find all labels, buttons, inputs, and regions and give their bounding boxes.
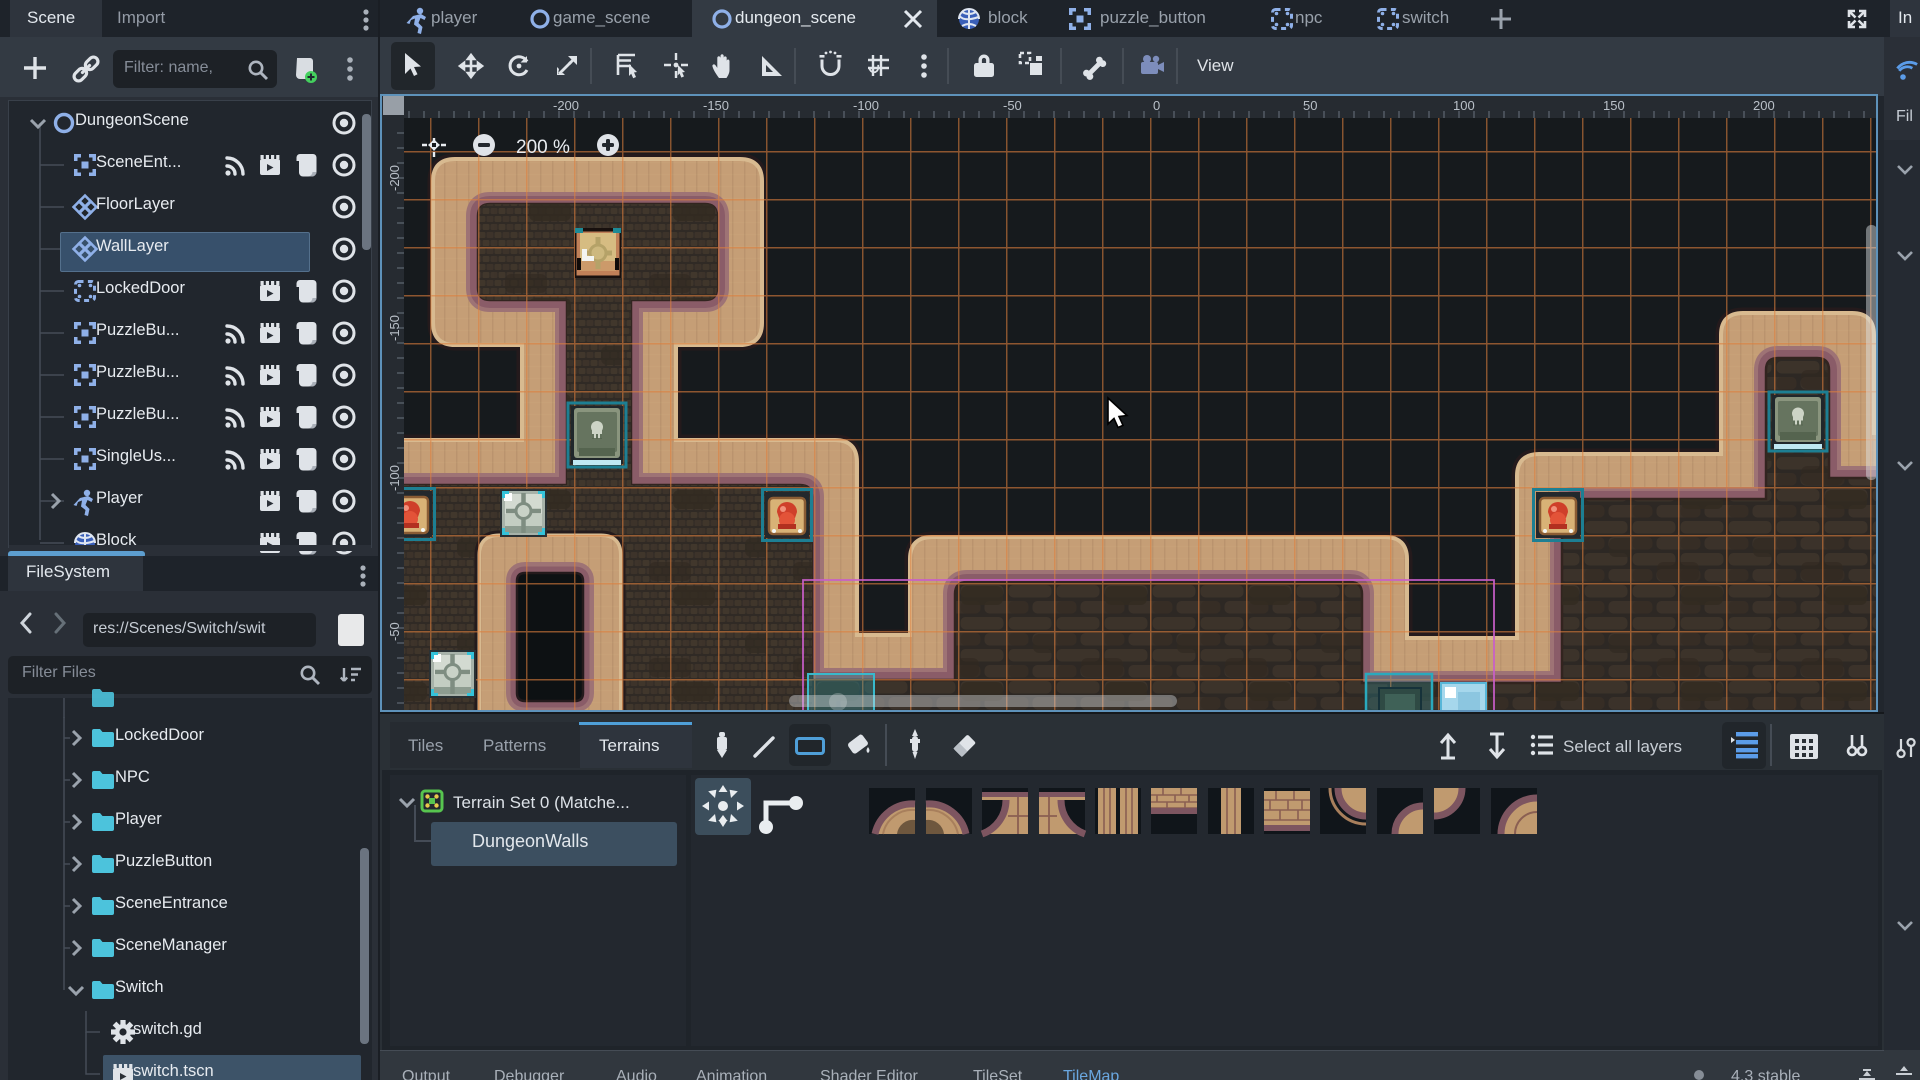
svg-text:-150: -150 <box>387 315 402 341</box>
svg-text:-50: -50 <box>1003 98 1022 113</box>
svg-text:-100: -100 <box>853 98 879 113</box>
svg-text:0: 0 <box>1153 98 1160 113</box>
svg-text:-200: -200 <box>553 98 579 113</box>
svg-text:-50: -50 <box>387 622 402 641</box>
svg-text:-100: -100 <box>387 465 402 491</box>
svg-text:50: 50 <box>1303 98 1317 113</box>
svg-text:150: 150 <box>1603 98 1625 113</box>
svg-text:-150: -150 <box>703 98 729 113</box>
svg-text:200 %: 200 % <box>516 137 570 158</box>
svg-text:200: 200 <box>1753 98 1775 113</box>
svg-text:-200: -200 <box>387 165 402 191</box>
svg-text:100: 100 <box>1453 98 1475 113</box>
